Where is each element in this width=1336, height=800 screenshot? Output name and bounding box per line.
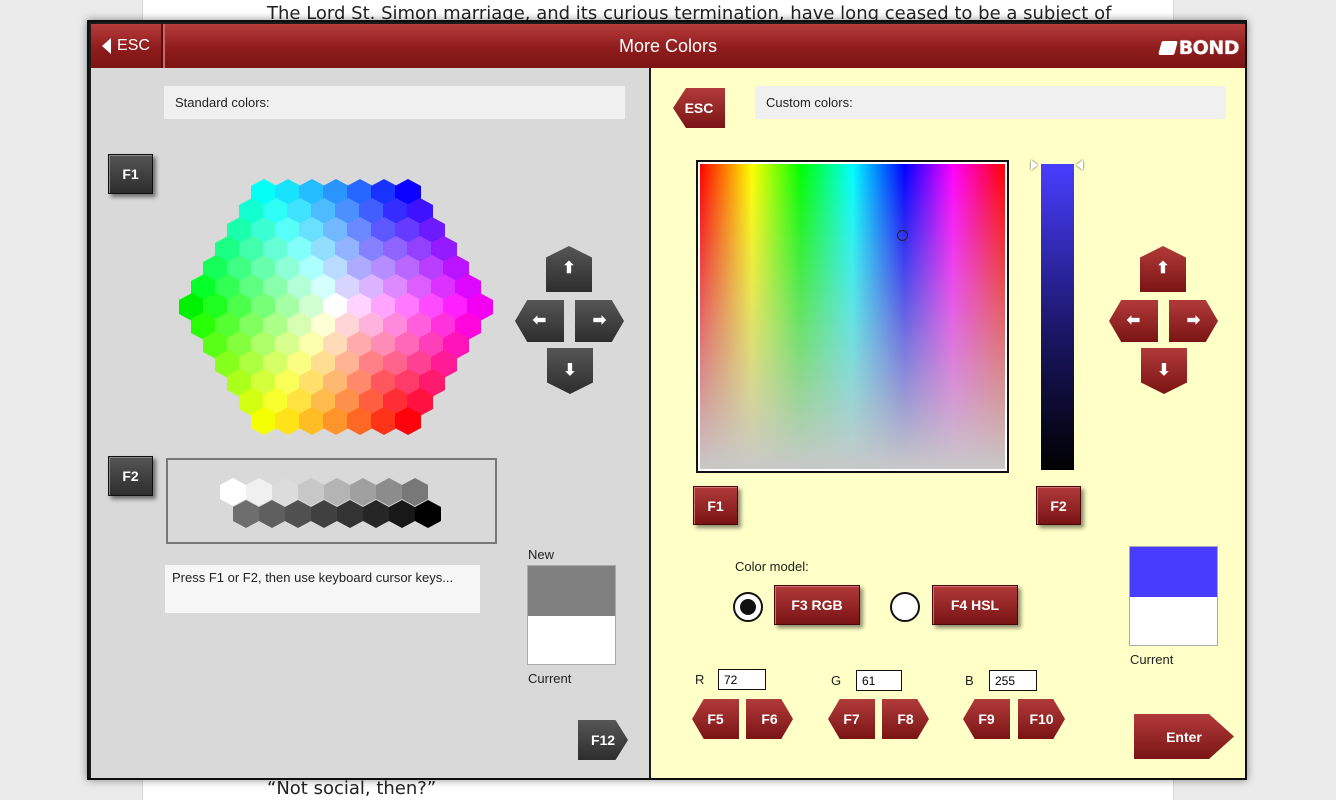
- grey-color-cell[interactable]: [285, 500, 311, 528]
- grey-color-cell[interactable]: [337, 500, 363, 528]
- left-f2-button[interactable]: F2: [108, 456, 153, 496]
- r-input[interactable]: [718, 669, 766, 690]
- right-current-label: Current: [1130, 652, 1174, 667]
- right-f1-button[interactable]: F1: [693, 486, 738, 525]
- arrow-up-icon: ⬆: [562, 260, 576, 277]
- color-model-label: Color model:: [735, 559, 809, 574]
- grey-color-cell[interactable]: [324, 478, 350, 506]
- grey-color-cell[interactable]: [389, 500, 415, 528]
- slider-right-marker-icon: [1076, 160, 1083, 170]
- arrow-down-icon: ⬇: [1157, 362, 1171, 379]
- left-new-swatch: [528, 566, 615, 616]
- grey-color-cell[interactable]: [220, 478, 246, 506]
- b-label: B: [965, 673, 974, 688]
- g-label: G: [831, 673, 842, 688]
- grey-color-cell[interactable]: [363, 500, 389, 528]
- grey-color-cell[interactable]: [402, 478, 428, 506]
- right-color-preview: [1129, 546, 1218, 646]
- background-text-bottom: “Not social, then?”: [267, 778, 437, 799]
- grey-color-cell[interactable]: [272, 478, 298, 506]
- slider-left-marker-icon: [1031, 160, 1038, 170]
- hsl-radio[interactable]: [890, 592, 920, 622]
- left-color-preview: [527, 565, 616, 665]
- left-new-label: New: [528, 547, 555, 562]
- arrow-left-icon: ⬅: [532, 312, 547, 329]
- b-input[interactable]: [989, 670, 1037, 691]
- grey-color-cell[interactable]: [298, 478, 324, 506]
- grey-color-cell[interactable]: [415, 500, 441, 528]
- grey-color-cell[interactable]: [311, 500, 337, 528]
- right-current-swatch: [1130, 597, 1217, 645]
- grey-color-cell[interactable]: [246, 478, 272, 506]
- arrow-right-icon: ➡: [1186, 312, 1201, 329]
- g-input[interactable]: [856, 670, 902, 691]
- spectrum-cursor[interactable]: [897, 230, 908, 241]
- bond-logo: BOND: [1157, 37, 1240, 59]
- left-current-label: Current: [528, 671, 572, 686]
- grey-color-cell[interactable]: [233, 500, 259, 528]
- dialog-title: More Colors: [618, 36, 718, 56]
- arrow-down-icon: ⬇: [563, 362, 577, 379]
- bond-logo-text: BOND: [1178, 37, 1240, 59]
- arrow-left-icon: ⬅: [1126, 312, 1141, 329]
- standard-colors-label: Standard colors:: [164, 86, 625, 119]
- grey-color-cell[interactable]: [259, 500, 285, 528]
- grey-color-cell[interactable]: [350, 478, 376, 506]
- arrow-right-icon: ➡: [592, 312, 607, 329]
- color-spectrum[interactable]: [696, 160, 1009, 473]
- instruction-hint: Press F1 or F2, then use keyboard cursor…: [165, 565, 480, 613]
- arrow-up-icon: ⬆: [1156, 260, 1170, 277]
- rgb-radio[interactable]: [733, 592, 763, 622]
- r-label: R: [695, 672, 705, 687]
- luminance-slider[interactable]: [1041, 164, 1074, 470]
- left-current-swatch: [528, 616, 615, 664]
- grey-color-cell[interactable]: [376, 478, 402, 506]
- standard-color-hexagon[interactable]: [175, 179, 495, 439]
- f4-hsl-button[interactable]: F4 HSL: [932, 585, 1018, 625]
- right-f2-button[interactable]: F2: [1036, 486, 1081, 525]
- titlebar: ESC More Colors BOND: [91, 24, 1245, 68]
- bond-logo-icon: [1157, 41, 1178, 55]
- right-new-swatch: [1130, 547, 1217, 597]
- greyscale-palette[interactable]: [166, 458, 497, 544]
- left-f1-button[interactable]: F1: [108, 154, 153, 194]
- f3-rgb-button[interactable]: F3 RGB: [774, 585, 860, 625]
- custom-colors-label: Custom colors:: [755, 86, 1226, 119]
